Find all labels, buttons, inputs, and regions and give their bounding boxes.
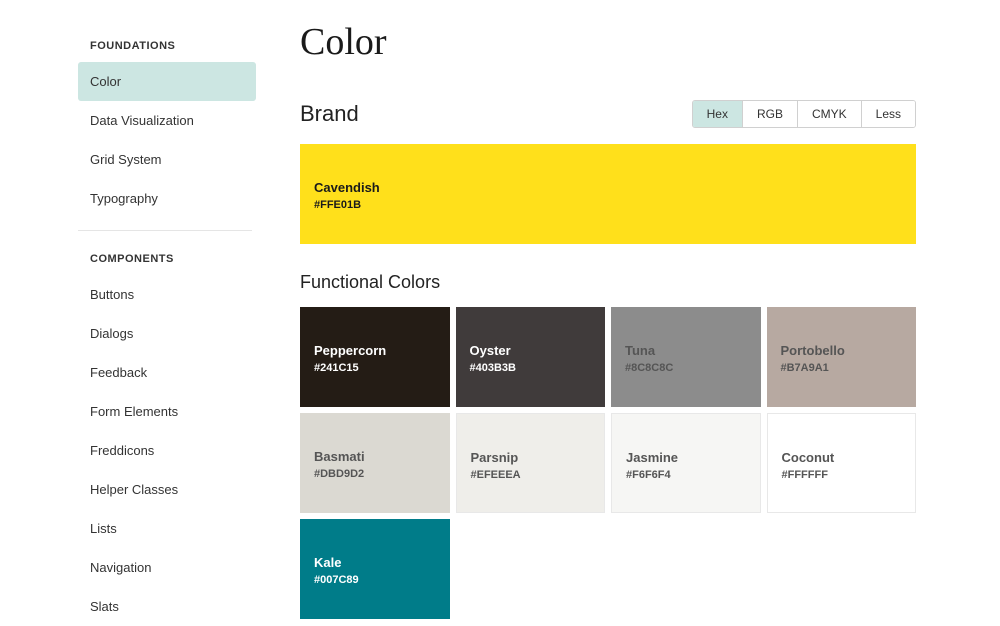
swatch-hex: #007C89 — [314, 574, 436, 586]
sidebar-item-slats[interactable]: Slats — [78, 587, 256, 626]
swatch-hex: #FFFFFF — [782, 469, 902, 481]
sidebar-item-dialogs[interactable]: Dialogs — [78, 314, 256, 353]
swatch-hex: #B7A9A1 — [781, 362, 903, 374]
sidebar-item-typography[interactable]: Typography — [78, 179, 256, 218]
brand-title: Brand — [300, 101, 359, 127]
swatch-name: Cavendish — [314, 180, 902, 195]
swatch-kale[interactable]: Kale #007C89 — [300, 519, 450, 619]
sidebar-section-title-foundations: FOUNDATIONS — [78, 30, 260, 62]
swatch-jasmine[interactable]: Jasmine #F6F6F4 — [611, 413, 761, 513]
functional-title: Functional Colors — [300, 272, 916, 293]
swatch-name: Peppercorn — [314, 343, 436, 358]
swatch-name: Kale — [314, 555, 436, 570]
sidebar-divider — [78, 230, 252, 231]
swatch-name: Parsnip — [471, 450, 591, 465]
format-tab-less[interactable]: Less — [862, 101, 915, 127]
swatch-oyster[interactable]: Oyster #403B3B — [456, 307, 606, 407]
swatch-name: Basmati — [314, 449, 436, 464]
swatch-hex: #DBD9D2 — [314, 468, 436, 480]
swatch-basmati[interactable]: Basmati #DBD9D2 — [300, 413, 450, 513]
sidebar: FOUNDATIONS Color Data Visualization Gri… — [0, 0, 260, 625]
sidebar-section-title-components: COMPONENTS — [78, 243, 260, 275]
swatch-cavendish[interactable]: Cavendish #FFE01B — [300, 144, 916, 244]
swatch-hex: #403B3B — [470, 362, 592, 374]
sidebar-item-color[interactable]: Color — [78, 62, 256, 101]
swatch-hex: #241C15 — [314, 362, 436, 374]
brand-section-header: Brand Hex RGB CMYK Less — [300, 100, 916, 128]
sidebar-item-buttons[interactable]: Buttons — [78, 275, 256, 314]
swatch-grid: Peppercorn #241C15 Oyster #403B3B Tuna #… — [300, 307, 916, 619]
page-title: Color — [300, 20, 916, 64]
swatch-name: Jasmine — [626, 450, 746, 465]
sidebar-item-form[interactable]: Form Elements — [78, 392, 256, 431]
swatch-name: Coconut — [782, 450, 902, 465]
sidebar-item-lists[interactable]: Lists — [78, 509, 256, 548]
sidebar-item-feedback[interactable]: Feedback — [78, 353, 256, 392]
sidebar-item-grid[interactable]: Grid System — [78, 140, 256, 179]
format-tabs: Hex RGB CMYK Less — [692, 100, 916, 128]
swatch-parsnip[interactable]: Parsnip #EFEEEA — [456, 413, 606, 513]
swatch-name: Oyster — [470, 343, 592, 358]
swatch-coconut[interactable]: Coconut #FFFFFF — [767, 413, 917, 513]
sidebar-item-dataviz[interactable]: Data Visualization — [78, 101, 256, 140]
swatch-hex: #FFE01B — [314, 199, 902, 211]
sidebar-item-navigation[interactable]: Navigation — [78, 548, 256, 587]
swatch-hex: #F6F6F4 — [626, 469, 746, 481]
swatch-peppercorn[interactable]: Peppercorn #241C15 — [300, 307, 450, 407]
swatch-name: Tuna — [625, 343, 747, 358]
format-tab-cmyk[interactable]: CMYK — [798, 101, 862, 127]
sidebar-item-helper[interactable]: Helper Classes — [78, 470, 256, 509]
format-tab-rgb[interactable]: RGB — [743, 101, 798, 127]
swatch-name: Portobello — [781, 343, 903, 358]
swatch-hex: #EFEEEA — [471, 469, 591, 481]
swatch-tuna[interactable]: Tuna #8C8C8C — [611, 307, 761, 407]
swatch-hex: #8C8C8C — [625, 362, 747, 374]
swatch-portobello[interactable]: Portobello #B7A9A1 — [767, 307, 917, 407]
main-content: Color Brand Hex RGB CMYK Less Cavendish … — [260, 0, 1000, 625]
format-tab-hex[interactable]: Hex — [693, 101, 743, 127]
sidebar-item-freddicons[interactable]: Freddicons — [78, 431, 256, 470]
